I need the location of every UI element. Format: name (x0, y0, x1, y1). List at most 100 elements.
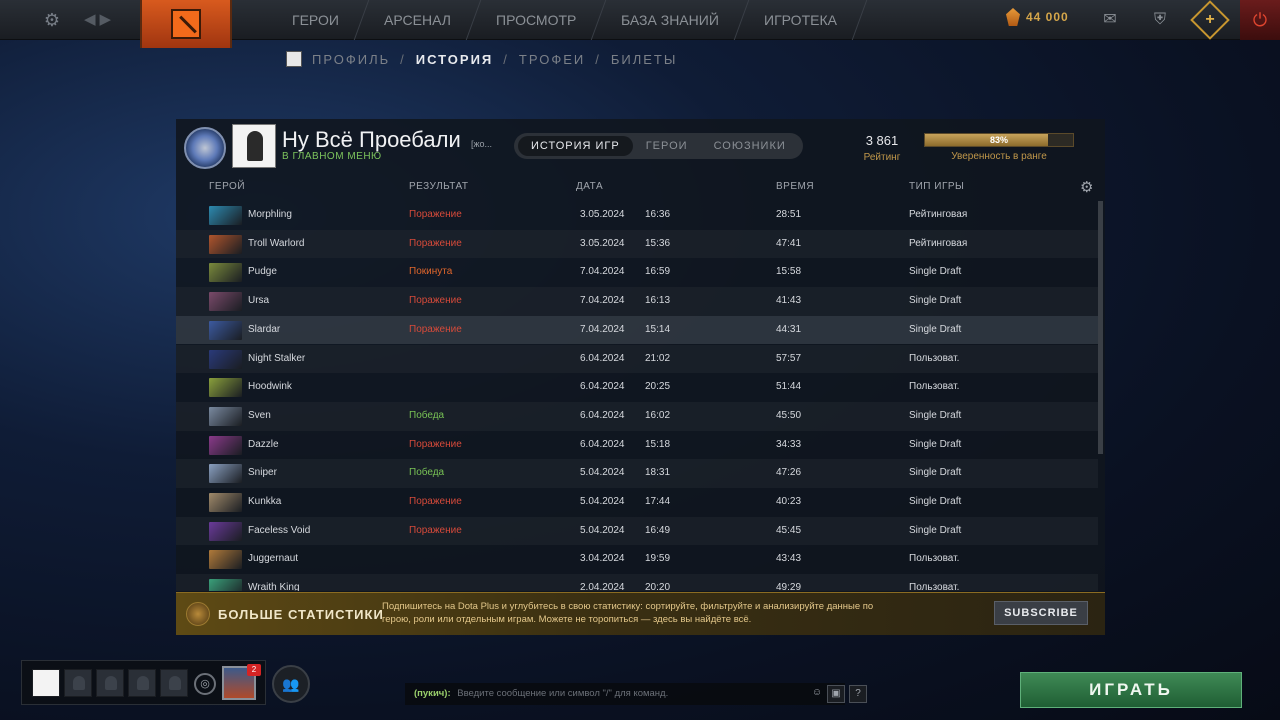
exit-button[interactable]: ⏻ (1240, 0, 1280, 40)
crumb-history[interactable]: ИСТОРИЯ (416, 52, 494, 67)
match-date: 6.04.2024 (580, 438, 625, 450)
crumb-trophies[interactable]: ТРОФЕИ (519, 52, 585, 67)
match-list: Morphling Поражение 3.05.2024 16:36 28:51 Рей… (176, 201, 1098, 591)
crumb-profile[interactable]: ПРОФИЛЬ (312, 52, 390, 67)
tab-heroes[interactable]: ГЕРОИ (633, 136, 701, 156)
hero-name: Faceless Void (248, 524, 311, 536)
game-mode: Пользоват. (909, 582, 960, 591)
notification-badge: 2 (247, 664, 261, 676)
hero-name: Sniper (248, 467, 277, 479)
menu-item-armory[interactable]: АРСЕНАЛ (354, 0, 482, 40)
match-time: 20:20 (645, 582, 671, 591)
dota-plus-banner: БОЛЬШЕ СТАТИСТИКИ Подпишитесь на Dota Pl… (176, 592, 1105, 635)
shard-icon (1006, 8, 1020, 26)
match-row[interactable]: Slardar Поражение 7.04.2024 15:14 44:31 Singl… (176, 315, 1098, 345)
rating-block: 3 861 Рейтинг (856, 133, 908, 163)
play-button[interactable]: ИГРАТЬ (1020, 672, 1242, 708)
match-date: 3.05.2024 (580, 237, 625, 249)
col-duration[interactable]: ВРЕМЯ (776, 181, 814, 192)
dota-logo-button[interactable] (140, 0, 232, 48)
match-row[interactable]: Dazzle Поражение 6.04.2024 15:18 34:33 Single… (176, 431, 1098, 460)
table-settings-icon[interactable]: ⚙ (1080, 178, 1094, 196)
game-mode: Single Draft (909, 295, 962, 307)
menu-item-watch[interactable]: ПРОСМОТР (466, 0, 607, 40)
plus-banner-description: Подпишитесь на Dota Plus и углубитесь в … (382, 601, 874, 625)
match-row[interactable]: Sven Победа 6.04.2024 16:02 45:50 Single Draf… (176, 401, 1098, 431)
chat-channel: (пукич): (414, 688, 451, 699)
party-slot-empty[interactable] (160, 669, 188, 697)
match-time: 18:31 (645, 467, 671, 479)
match-result: Поражение (409, 295, 462, 307)
hero-portrait (209, 349, 242, 369)
col-date[interactable]: ДАТА (576, 181, 603, 192)
tab-allies[interactable]: СОЮЗНИКИ (701, 136, 799, 156)
tab-match-history[interactable]: ИСТОРИЯ ИГР (518, 136, 633, 156)
emoji-icon[interactable]: ☺ (808, 685, 826, 703)
player-status: В ГЛАВНОМ МЕНЮ (282, 151, 382, 162)
match-result: Победа (409, 409, 445, 421)
rating-value: 3 861 (865, 133, 899, 148)
armory-icon[interactable]: ⛨ (1148, 8, 1172, 32)
match-row[interactable]: Morphling Поражение 3.05.2024 16:36 28:51 Рей… (176, 201, 1098, 230)
game-mode: Пользоват. (909, 553, 960, 565)
chat-input[interactable]: (пукич): Введите сообщение или символ "/… (405, 683, 845, 705)
crumb-avatar (286, 51, 302, 67)
dota-logo-icon (171, 9, 201, 39)
party-slot-me[interactable] (32, 669, 60, 697)
main-menu: ГЕРОИ АРСЕНАЛ ПРОСМОТР БАЗА ЗНАНИЙ ИГРОТ… (262, 0, 868, 40)
match-row[interactable]: Pudge Покинута 7.04.2024 16:59 15:58 Single D… (176, 258, 1098, 287)
match-row[interactable]: Troll Warlord Поражение 3.05.2024 15:36 47:4… (176, 229, 1098, 259)
match-row[interactable]: Night Stalker 6.04.2024 21:02 57:57 Пользова… (176, 344, 1098, 374)
chat-image-icon[interactable]: ▣ (827, 685, 845, 703)
match-duration: 15:58 (776, 266, 802, 278)
nav-arrows[interactable]: ◀▶ (84, 10, 115, 28)
party-slot-empty[interactable] (128, 669, 156, 697)
subscribe-button[interactable]: SUBSCRIBE (994, 601, 1088, 625)
col-result[interactable]: РЕЗУЛЬТАТ (409, 181, 468, 192)
party-slot-empty[interactable] (96, 669, 124, 697)
hero-portrait (209, 320, 242, 340)
friends-icon[interactable]: 👥 (272, 665, 310, 703)
game-mode: Single Draft (909, 266, 962, 278)
match-duration: 51:44 (776, 381, 802, 393)
match-row[interactable]: Sniper Победа 5.04.2024 18:31 47:26 Single Dr… (176, 459, 1098, 488)
col-hero[interactable]: ГЕРОЙ (209, 181, 245, 192)
hero-name: Ursa (248, 295, 270, 307)
hero-name: Kunkka (248, 496, 282, 507)
match-row[interactable]: Ursa Поражение 7.04.2024 16:13 41:43 Single D… (176, 287, 1098, 316)
match-row[interactable]: Faceless Void Поражение 5.04.2024 16:49 45:4… (176, 516, 1098, 546)
crumb-tickets[interactable]: БИЛЕТЫ (611, 52, 678, 67)
hero-name: Dazzle (248, 438, 279, 450)
match-date: 6.04.2024 (580, 352, 625, 364)
menu-item-heroes[interactable]: ГЕРОИ (262, 0, 370, 40)
match-date: 7.04.2024 (580, 295, 625, 307)
match-duration: 34:33 (776, 438, 802, 450)
match-row[interactable]: Juggernaut 3.04.2024 19:59 43:43 Пользоват. (176, 545, 1098, 574)
game-mode: Рейтинговая (909, 209, 968, 220)
match-result: Поражение (409, 524, 462, 536)
hero-name: Morphling (248, 209, 292, 220)
menu-item-learn[interactable]: БАЗА ЗНАНИЙ (591, 0, 750, 40)
menu-item-arcade[interactable]: ИГРОТЕКА (734, 0, 868, 40)
dota-plus-icon[interactable]: + (1190, 0, 1230, 40)
match-duration: 43:43 (776, 553, 802, 565)
match-row[interactable]: Kunkka Поражение 5.04.2024 17:44 40:23 Single… (176, 488, 1098, 517)
settings-gear-icon[interactable]: ⚙ (42, 10, 62, 30)
player-avatar[interactable] (232, 124, 276, 168)
rank-medal-icon[interactable] (184, 127, 226, 169)
hero-portrait (209, 378, 242, 398)
game-mode: Single Draft (909, 467, 962, 479)
col-game-mode[interactable]: ТИП ИГРЫ (909, 181, 964, 192)
hero-name: Pudge (248, 266, 277, 278)
mail-icon[interactable]: ✉ (1098, 8, 1122, 32)
scrollbar[interactable] (1098, 201, 1103, 454)
voice-headset-icon[interactable]: ◎ (194, 673, 216, 695)
match-duration: 57:57 (776, 352, 802, 364)
match-row[interactable]: Hoodwink 6.04.2024 20:25 51:44 Пользоват. (176, 373, 1098, 402)
chat-help-icon[interactable]: ? (849, 685, 867, 703)
match-duration: 47:26 (776, 467, 802, 479)
shards-balance[interactable]: 44 000 (1006, 8, 1069, 26)
match-row[interactable]: Wraith King 2.04.2024 20:20 49:29 Пользоват. (176, 574, 1098, 591)
crumb-separator: / (503, 51, 509, 67)
party-slot-empty[interactable] (64, 669, 92, 697)
